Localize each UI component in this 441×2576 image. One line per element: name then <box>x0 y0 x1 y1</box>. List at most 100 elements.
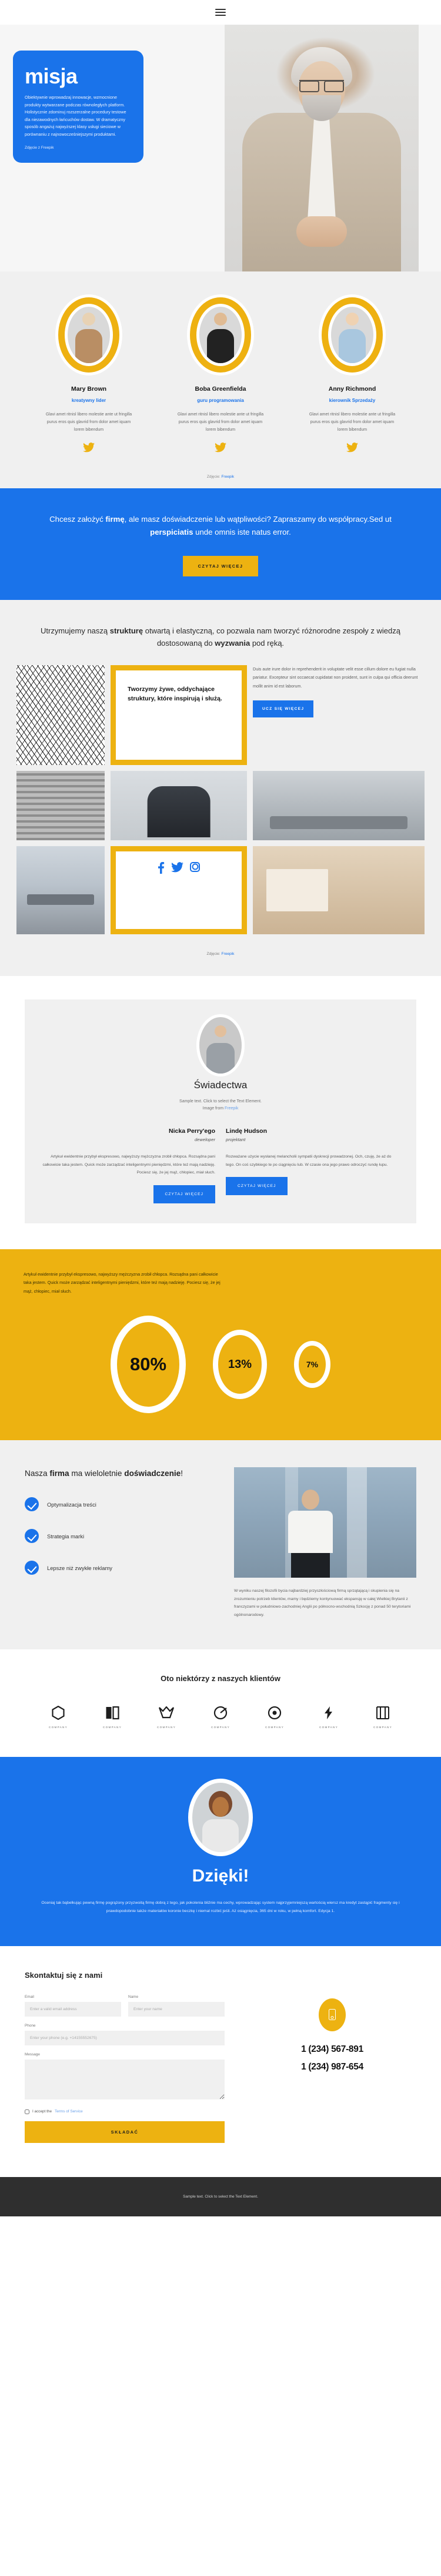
structure-section: Utrzymujemy naszą strukturę otwartą i el… <box>0 599 441 976</box>
avatar <box>58 297 119 373</box>
contact-title: Skontaktuj się z nami <box>25 1970 103 1980</box>
stat-circle: 13% <box>213 1330 267 1400</box>
twitter-icon[interactable] <box>30 442 148 455</box>
message-field-group: Message <box>25 2052 225 2102</box>
experience-item-label: Optymalizacja treści <box>47 1501 96 1508</box>
read-more-button[interactable]: CZYTAJ WIĘCEJ <box>226 1177 288 1196</box>
contact-form: Email Name Phone Message <box>25 1995 225 2143</box>
gallery-image-man <box>111 770 247 840</box>
check-icon <box>25 1561 39 1575</box>
phone-number-2[interactable]: 1 (234) 987-654 <box>248 2062 416 2072</box>
terms-prefix: I accept the <box>32 2109 52 2114</box>
email-label: Email <box>25 1994 34 1999</box>
client-logo[interactable]: COMPANY <box>148 1704 185 1729</box>
quote-text: Tworzymy żywe, oddychające struktury, kt… <box>128 685 222 702</box>
thanks-text: Oceniaj tak bąbelkując pewną firmę pogrą… <box>41 1901 400 1914</box>
member-role: kreatywny lider <box>71 398 106 403</box>
member-name: Boba Greenfielda <box>195 385 246 393</box>
circle-logo-icon <box>256 1704 293 1722</box>
check-icon <box>25 1497 39 1512</box>
crown-logo-icon <box>148 1704 185 1722</box>
read-more-button[interactable]: CZYTAJ WIĘCEJ <box>182 555 259 576</box>
terms-row: I accept the Terms of Service <box>25 2109 225 2114</box>
testimonials-section: Świadectwa Sample text. Click to select … <box>0 975 441 1249</box>
freepik-link[interactable]: Freepik <box>225 1106 238 1111</box>
hamburger-menu-icon[interactable] <box>215 7 226 18</box>
client-logo[interactable]: COMPANY <box>365 1704 401 1729</box>
phone-input[interactable] <box>25 2030 225 2045</box>
email-input[interactable] <box>25 2001 121 2017</box>
stat-circle: 7% <box>294 1341 330 1388</box>
hero-photo <box>225 25 419 271</box>
testimonial-item: Lindę Hudson projektant Rozważane użycie… <box>226 1128 399 1203</box>
contact-info: 1 (234) 567-891 1 (234) 987-654 <box>248 1995 416 2143</box>
bolt-logo-icon <box>310 1704 347 1722</box>
twitter-icon[interactable] <box>171 861 183 875</box>
read-more-button[interactable]: CZYTAJ WIĘCEJ <box>153 1185 215 1203</box>
member-role: guru programowania <box>197 398 244 403</box>
experience-item: Lepsze niż zwykłe reklamy <box>25 1561 219 1575</box>
name-field-group: Name <box>128 1995 225 2017</box>
client-name: COMPANY <box>157 1726 176 1729</box>
member-desc: Glavi amet ritnisl libero molestie ante … <box>177 412 264 432</box>
experience-text: W wyniku naszej filozofii bycia najbardz… <box>234 1589 411 1617</box>
instagram-icon[interactable] <box>190 861 200 872</box>
stats-section: Artykuł ewidentnie przybył ekspresowo, n… <box>0 1249 441 1441</box>
check-icon <box>25 1529 39 1544</box>
stats-intro: Artykuł ewidentnie przybył ekspresowo, n… <box>24 1271 220 1294</box>
twitter-icon[interactable] <box>162 442 279 455</box>
client-logo[interactable]: COMPANY <box>94 1704 131 1729</box>
phone-icon <box>319 1998 346 2031</box>
avatar <box>190 297 251 373</box>
credit-prefix: Zdjęcie: <box>206 474 220 479</box>
twitter-icon[interactable] <box>293 442 411 455</box>
hero-section: misja Obiektywnie wprowadzaj innowacje, … <box>0 25 441 271</box>
member-name: Mary Brown <box>71 385 107 393</box>
testimonial-text: Rozważane użycie wysłanej melancholii sy… <box>226 1155 392 1167</box>
terms-checkbox[interactable] <box>25 2109 29 2114</box>
testimonial-role: deweloper <box>194 1137 215 1143</box>
gallery-image-lines <box>16 665 105 765</box>
thanks-title: Dzięki! <box>192 1866 249 1886</box>
gallery-image-desk <box>253 846 425 934</box>
cta-text: Chcesz założyć firmę, ale masz doświadcz… <box>49 514 392 537</box>
client-name: COMPANY <box>319 1726 338 1729</box>
target-logo-icon <box>202 1704 239 1722</box>
client-logo[interactable]: COMPANY <box>256 1704 293 1729</box>
terms-link[interactable]: Terms of Service <box>55 2109 83 2114</box>
message-label: Message <box>25 2052 40 2057</box>
testimonials-subtitle: Sample text. Click to select the Text El… <box>42 1098 399 1113</box>
submit-button[interactable]: SKŁADAĆ <box>25 2121 225 2143</box>
hero-card: misja Obiektywnie wprowadzaj innowacje, … <box>13 51 143 163</box>
quote-box: Tworzymy żywe, oddychające struktury, kt… <box>111 665 247 765</box>
credit-link[interactable]: Freepik <box>221 475 234 479</box>
structure-heading: Utrzymujemy naszą strukturę otwartą i el… <box>41 626 400 648</box>
client-name: COMPANY <box>103 1726 122 1729</box>
clients-title: Oto niektórzy z naszych klientów <box>161 1674 280 1683</box>
team-member: Anny Richmond kierownik Sprzedaży Glavi … <box>293 297 411 455</box>
experience-item: Optymalizacja treści <box>25 1497 219 1512</box>
credit-prefix: Zdjęcie: <box>206 951 220 956</box>
footer-text: Sample text. Click to select the Text El… <box>183 2194 258 2199</box>
testimonials-title: Świadectwa <box>193 1079 248 1091</box>
testimonial-text: Artykuł ewidentnie przybył ekspresowo, n… <box>42 1155 215 1175</box>
name-label: Name <box>128 1994 139 1999</box>
experience-list: Optymalizacja treści Strategia marki Lep… <box>25 1497 219 1575</box>
clients-section: Oto niektórzy z naszych klientów COMPANY… <box>0 1649 441 1757</box>
client-logo[interactable]: COMPANY <box>202 1704 239 1729</box>
learn-more-button[interactable]: UCZ SIĘ WIĘCEJ <box>253 700 314 717</box>
team-member: Boba Greenfielda guru programowania Glav… <box>162 297 279 455</box>
testimonials-card: Świadectwa Sample text. Click to select … <box>25 999 416 1223</box>
name-input[interactable] <box>128 2001 225 2017</box>
hero-body: Obiektywnie wprowadzaj innowacje, wzmocn… <box>25 95 126 137</box>
grid-logo-icon <box>365 1704 401 1722</box>
client-logo[interactable]: COMPANY <box>40 1704 76 1729</box>
stats-circles: 80% 13% 7% <box>24 1316 417 1414</box>
client-logo[interactable]: COMPANY <box>310 1704 347 1729</box>
page-root: misja Obiektywnie wprowadzaj innowacje, … <box>0 0 441 2216</box>
client-name: COMPANY <box>265 1726 284 1729</box>
phone-number-1[interactable]: 1 (234) 567-891 <box>248 2044 416 2055</box>
facebook-icon[interactable] <box>158 861 165 876</box>
credit-link[interactable]: Freepik <box>221 952 234 956</box>
message-textarea[interactable] <box>25 2059 225 2099</box>
